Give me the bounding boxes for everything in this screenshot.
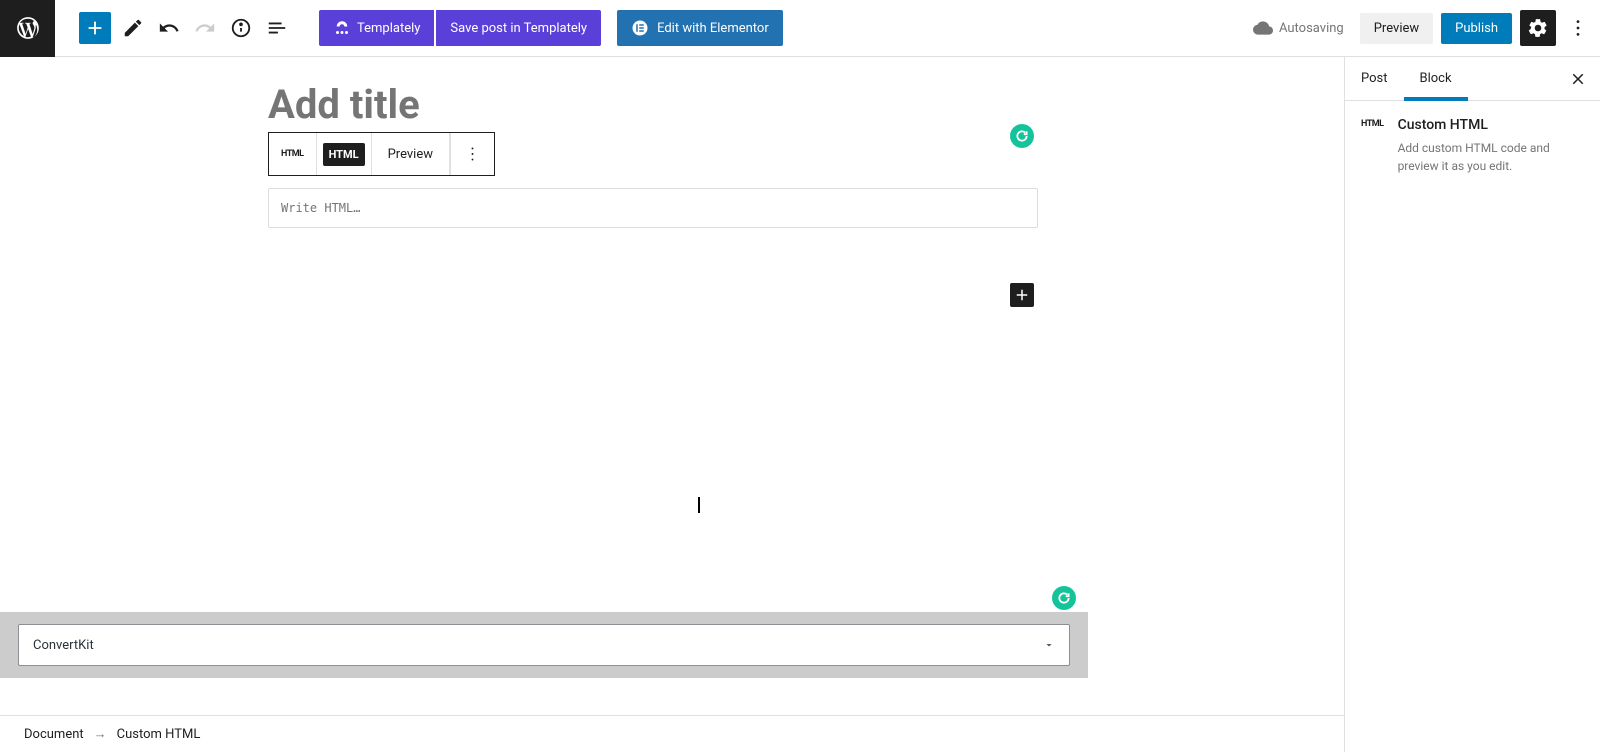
breadcrumb: Document → Custom HTML [0, 715, 1344, 752]
convertkit-label: ConvertKit [33, 638, 94, 653]
info-icon [230, 17, 252, 39]
templately-group: Templately Save post in Templately [319, 10, 601, 46]
redo-icon [194, 17, 216, 39]
preview-button[interactable]: Preview [1360, 13, 1433, 44]
more-vertical-icon [1567, 17, 1589, 39]
grammarly-icon [1057, 591, 1071, 605]
preview-label: Preview [1374, 21, 1419, 36]
elementor-icon [631, 19, 649, 37]
list-icon [266, 17, 288, 39]
outline-button[interactable] [259, 10, 295, 46]
editor-canvas: Add title HTML HTML Preview Write HTML… … [0, 57, 1344, 715]
more-options-button[interactable] [1564, 10, 1592, 46]
html-mode-wrap: HTML [317, 133, 372, 175]
elementor-label: Edit with Elementor [657, 21, 769, 36]
html-mode-button[interactable]: HTML [323, 143, 365, 166]
plus-icon [84, 17, 106, 39]
editor-toolbar: Templately Save post in Templately Edit … [0, 0, 1600, 57]
block-title: Custom HTML [1398, 117, 1584, 133]
templately-icon [333, 19, 351, 37]
grammarly-badge[interactable] [1010, 124, 1034, 148]
undo-icon [158, 17, 180, 39]
close-icon [1569, 70, 1587, 88]
add-block-button[interactable] [79, 12, 111, 44]
wordpress-logo[interactable] [0, 0, 55, 57]
publish-button[interactable]: Publish [1441, 13, 1512, 44]
convertkit-bar: ConvertKit [0, 612, 1088, 678]
pencil-icon [122, 17, 144, 39]
breadcrumb-current[interactable]: Custom HTML [117, 727, 201, 742]
plus-icon [1013, 286, 1031, 304]
grammarly-icon [1015, 129, 1029, 143]
block-more-button[interactable] [450, 133, 494, 175]
text-cursor [698, 497, 700, 513]
block-type-button[interactable]: HTML [269, 133, 317, 175]
toolbar-right: Autosaving Preview Publish [1253, 10, 1592, 46]
undo-button[interactable] [151, 10, 187, 46]
templately-button[interactable]: Templately [319, 10, 434, 46]
autosave-status: Autosaving [1253, 18, 1344, 38]
preview-mode-button[interactable]: Preview [372, 133, 450, 175]
publish-label: Publish [1455, 21, 1498, 36]
settings-sidebar: Post Block HTML Custom HTML Add custom H… [1344, 57, 1600, 752]
block-info: Custom HTML Add custom HTML code and pre… [1398, 117, 1584, 175]
breadcrumb-arrow-icon: → [94, 726, 107, 742]
redo-button[interactable] [187, 10, 223, 46]
grammarly-badge-2[interactable] [1052, 586, 1076, 610]
convertkit-select[interactable]: ConvertKit [18, 624, 1070, 666]
chevron-down-icon [1043, 639, 1055, 651]
templately-label: Templately [357, 21, 420, 36]
sidebar-tabs: Post Block [1345, 57, 1600, 101]
add-block-inline-button[interactable] [1010, 283, 1034, 307]
templately-save-button[interactable]: Save post in Templately [436, 10, 601, 46]
tool-modes [115, 10, 295, 46]
breadcrumb-root[interactable]: Document [24, 727, 84, 742]
gear-icon [1527, 17, 1549, 39]
wordpress-icon [15, 15, 41, 41]
cloud-icon [1253, 18, 1273, 38]
html-code-input[interactable]: Write HTML… [268, 188, 1038, 228]
block-icon-small: HTML [1361, 119, 1384, 175]
block-description: Add custom HTML code and preview it as y… [1398, 139, 1584, 175]
autosave-label: Autosaving [1279, 21, 1344, 36]
post-title-input[interactable]: Add title [268, 81, 1038, 128]
tab-post[interactable]: Post [1345, 57, 1404, 100]
tab-block[interactable]: Block [1404, 57, 1468, 100]
html-block-icon: HTML [281, 149, 304, 159]
elementor-button[interactable]: Edit with Elementor [617, 10, 783, 46]
settings-button[interactable] [1520, 10, 1556, 46]
edit-mode-button[interactable] [115, 10, 151, 46]
info-button[interactable] [223, 10, 259, 46]
more-vertical-icon [463, 144, 482, 164]
templately-save-label: Save post in Templately [450, 21, 587, 36]
sidebar-body: HTML Custom HTML Add custom HTML code an… [1345, 101, 1600, 191]
block-toolbar: HTML HTML Preview [268, 132, 495, 176]
sidebar-close-button[interactable] [1564, 65, 1592, 93]
